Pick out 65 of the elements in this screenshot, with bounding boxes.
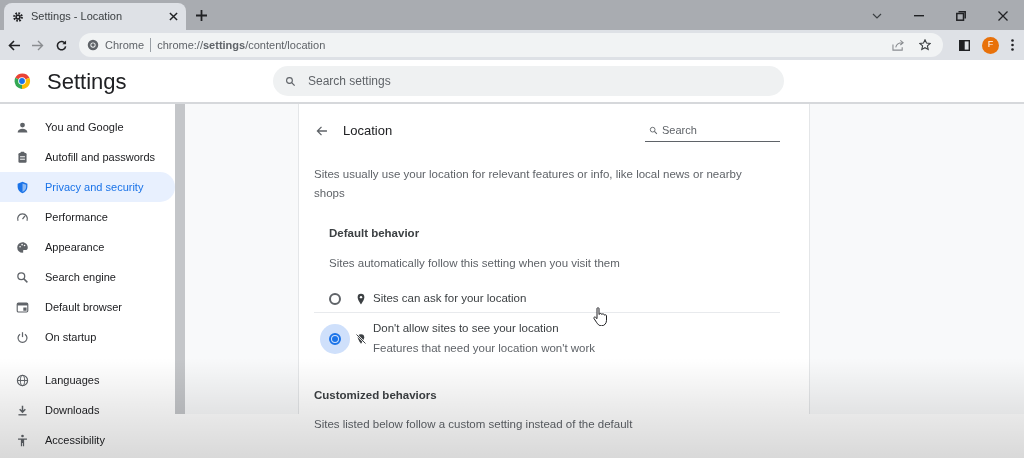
forward-icon[interactable] <box>32 39 44 51</box>
sidebar-item[interactable]: Downloads <box>0 395 175 425</box>
sidebar-item[interactable]: You and Google <box>0 112 175 142</box>
back-icon[interactable] <box>8 39 20 51</box>
sidebar-item[interactable]: Accessibility <box>0 425 175 455</box>
chrome-logo-icon <box>13 72 31 90</box>
option-label: Sites can ask for your location <box>373 290 527 306</box>
browser-icon <box>16 300 29 314</box>
address-bar[interactable]: Chrome chrome://settings/content/location <box>79 33 943 57</box>
sidebar-item[interactable]: Search engine <box>0 262 175 292</box>
search-icon <box>16 270 29 284</box>
search-field[interactable]: Search <box>645 120 780 142</box>
page-title: Location <box>343 122 393 141</box>
side-panel-icon[interactable] <box>959 39 970 51</box>
search-icon <box>649 126 658 135</box>
person-icon <box>16 120 29 134</box>
description-text: Sites usually use your location for relevant features or info, like local news or nearby shops <box>314 167 743 201</box>
search-icon <box>285 75 296 87</box>
accessibility-icon <box>16 433 29 447</box>
star-icon[interactable] <box>919 39 931 51</box>
new-tab-icon[interactable] <box>196 10 207 21</box>
share-icon[interactable] <box>892 39 905 51</box>
search-field[interactable]: Search settings <box>273 66 784 96</box>
section-title: Customized behaviors <box>314 387 438 403</box>
reload-icon[interactable] <box>56 39 67 51</box>
sidebar-item[interactable]: On startup <box>0 322 175 352</box>
browser-tab[interactable]: Settings - Location <box>4 3 186 30</box>
section-subtitle: Sites listed below follow a custom setting instead of the default <box>314 416 634 432</box>
close-icon[interactable] <box>169 12 178 21</box>
restore-icon[interactable] <box>956 11 966 21</box>
location-pin-icon <box>355 292 367 305</box>
close-window-icon[interactable] <box>998 11 1008 21</box>
url-text: chrome://settings/content/location <box>157 37 326 53</box>
search-placeholder: Search <box>662 123 697 139</box>
chevron-down-icon[interactable] <box>872 13 882 19</box>
minimize-icon[interactable] <box>914 15 924 17</box>
sidebar-item[interactable]: Autofill and passwords <box>0 142 175 172</box>
settings-title: Settings <box>47 67 128 96</box>
clipboard-icon <box>16 150 29 164</box>
globe-icon <box>16 373 29 387</box>
sidebar-item[interactable]: Privacy and security <box>0 172 175 202</box>
tab-title: Settings - Location <box>31 9 124 25</box>
section-subtitle: Sites automatically follow this setting when you visit them <box>329 256 621 272</box>
sidebar-item[interactable]: Languages <box>0 365 175 395</box>
site-label: Chrome <box>105 37 145 53</box>
menu-icon[interactable] <box>1011 39 1014 51</box>
section-title: Default behavior <box>329 226 421 241</box>
sidebar-item[interactable]: Performance <box>0 202 175 232</box>
scrollbar[interactable] <box>175 104 185 414</box>
option-sublabel: Features that need your location won't work <box>373 341 596 356</box>
hand-cursor-icon <box>593 307 607 326</box>
gauge-icon <box>16 210 29 224</box>
power-icon <box>16 330 29 344</box>
location-off-icon <box>355 332 367 345</box>
radio-button[interactable] <box>320 323 350 354</box>
palette-icon <box>16 240 29 254</box>
sidebar-item[interactable]: Default browser <box>0 292 175 322</box>
chrome-logo-icon <box>87 39 99 51</box>
search-placeholder: Search settings <box>308 73 391 90</box>
option-label: Don't allow sites to see your location <box>373 320 560 336</box>
download-icon <box>16 403 29 417</box>
shield-icon <box>16 180 29 194</box>
sidebar-item[interactable]: Appearance <box>0 232 175 262</box>
back-arrow-icon[interactable] <box>316 126 327 136</box>
gear-icon <box>12 10 24 23</box>
